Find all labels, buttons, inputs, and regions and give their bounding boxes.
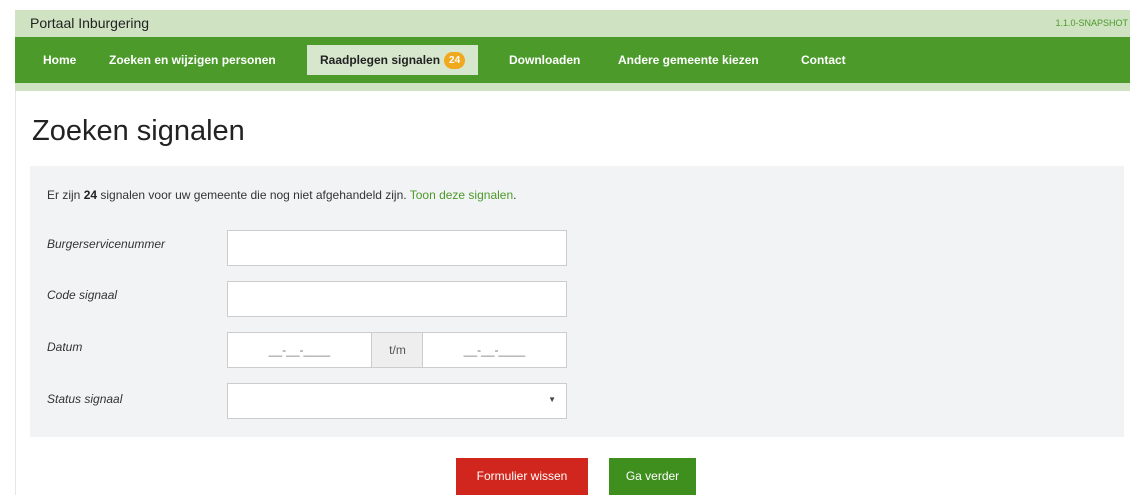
search-form-panel: Er zijn 24 signalen voor uw gemeente die… — [30, 166, 1124, 437]
signal-count-badge: 24 — [444, 52, 466, 69]
code-signaal-label: Code signaal — [47, 288, 118, 302]
status-signaal-label: Status signaal — [47, 392, 123, 406]
show-signals-link[interactable]: Toon deze signalen — [410, 188, 513, 202]
date-range-separator: t/m — [372, 332, 423, 368]
app-title: Portaal Inburgering — [30, 15, 150, 31]
nav-item-contact[interactable]: Contact — [788, 45, 859, 75]
signal-count: 24 — [83, 188, 98, 202]
main-navigation: Home Zoeken en wijzigen personen Raadple… — [15, 37, 1130, 83]
version-label: 1.1.0-SNAPSHOT — [1055, 18, 1128, 28]
bsn-input[interactable] — [227, 230, 567, 266]
nav-item-label: Home — [43, 53, 77, 67]
nav-bottom-strip — [15, 83, 1130, 91]
date-to-input[interactable] — [422, 332, 567, 368]
nav-item-label: Raadplegen signalen — [320, 53, 441, 67]
nav-item-andere-gemeente[interactable]: Andere gemeente kiezen — [605, 45, 772, 75]
nav-item-raadplegen-signalen[interactable]: Raadplegen signalen 24 — [307, 45, 479, 75]
status-signaal-select[interactable]: ▼ — [227, 383, 567, 419]
code-signaal-input[interactable] — [227, 281, 567, 317]
nav-item-label: Downloaden — [509, 53, 581, 67]
nav-item-label: Zoeken en wijzigen personen — [109, 53, 276, 67]
page-title: Zoeken signalen — [32, 115, 245, 147]
date-from-input[interactable] — [227, 332, 372, 368]
nav-item-label: Contact — [801, 53, 846, 67]
info-text: Er zijn 24 signalen voor uw gemeente die… — [47, 188, 516, 202]
info-end: . — [513, 188, 517, 202]
continue-button[interactable]: Ga verder — [609, 458, 696, 495]
info-prefix: Er zijn — [47, 188, 84, 202]
nav-item-home[interactable]: Home — [30, 45, 89, 75]
nav-item-downloaden[interactable]: Downloaden — [496, 45, 593, 75]
nav-item-label: Andere gemeente kiezen — [618, 53, 759, 67]
info-suffix: signalen voor uw gemeente die nog niet a… — [97, 188, 410, 202]
nav-item-zoeken-personen[interactable]: Zoeken en wijzigen personen — [96, 45, 289, 75]
clear-form-button[interactable]: Formulier wissen — [456, 458, 588, 495]
top-header-bar: Portaal Inburgering 1.1.0-SNAPSHOT — [15, 10, 1130, 37]
dropdown-caret-icon: ▼ — [548, 395, 556, 404]
datum-label: Datum — [47, 340, 83, 354]
content-left-border — [15, 91, 16, 495]
bsn-label: Burgerservicenummer — [47, 237, 166, 251]
